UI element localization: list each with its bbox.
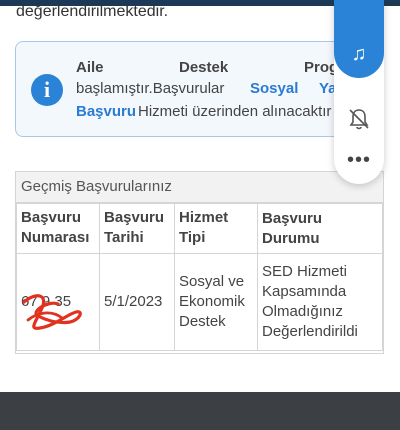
redaction-scribble — [22, 294, 82, 330]
column-header-date: Başvuru Tarihi — [99, 203, 175, 254]
table-header-row: Başvuru Numarası Başvuru Tarihi Hizmet T… — [16, 203, 383, 254]
cell-application-date: 5/1/2023 — [99, 253, 175, 351]
info-text-line3: Hizmeti üzerinden alınacaktır — [138, 103, 332, 120]
music-note-icon: ♫ — [351, 43, 367, 65]
column-header-number: Başvuru Numarası — [16, 203, 100, 254]
cell-service-type: Sosyal ve Ekonomik Destek — [174, 253, 258, 351]
info-text-line2: başlamıştır.Başvurular — [76, 80, 225, 97]
history-card-title: Geçmiş Başvurularınız — [16, 172, 383, 203]
info-word-destek: Destek — [179, 59, 229, 76]
more-dots-icon[interactable]: ••• — [346, 150, 372, 170]
cell-application-status: SED Hizmeti Kapsamında Olmadığınız Değer… — [257, 253, 383, 351]
floating-action-panel: ♫ ••• — [334, 0, 384, 184]
intro-text: değerlendirilmektedir. — [16, 3, 169, 20]
info-alert-box: i Aile Destek Prog başlamıştır.Başvurula… — [15, 41, 383, 137]
column-header-service: Hizmet Tipi — [174, 203, 258, 254]
column-header-status: Başvuru Durumu — [257, 203, 383, 254]
bell-off-icon[interactable] — [346, 106, 372, 132]
sosyal-link[interactable]: Sosyal — [250, 80, 298, 97]
basvuru-link[interactable]: Başvuru — [76, 103, 136, 120]
page-footer — [0, 392, 400, 430]
info-word-aile: Aile — [76, 59, 104, 76]
info-icon: i — [31, 74, 63, 106]
music-button[interactable]: ♫ — [334, 0, 384, 78]
